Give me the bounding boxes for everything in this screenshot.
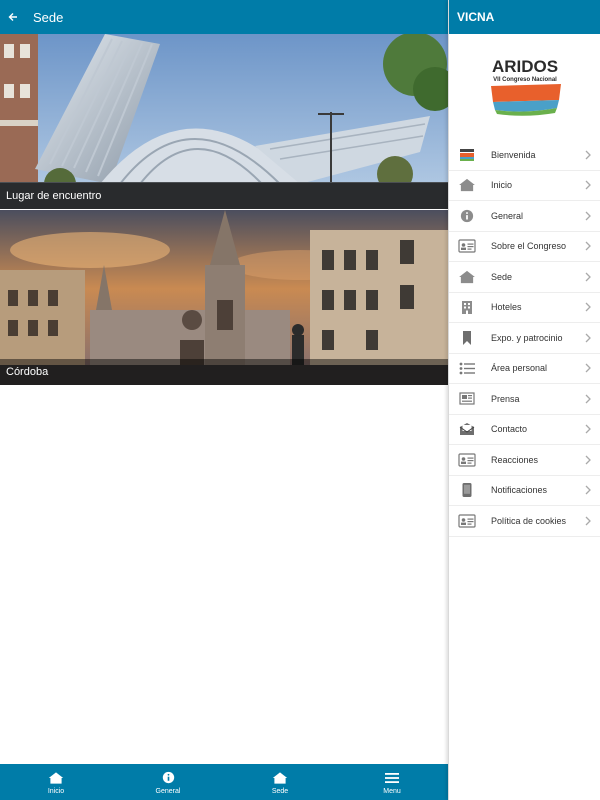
envelope-icon: [458, 422, 476, 436]
tab-label: Sede: [271, 787, 289, 795]
menu-item-inicio[interactable]: Inicio: [449, 171, 600, 201]
aridos-logo-icon: [458, 148, 476, 162]
menu-item-label: Área personal: [491, 363, 548, 374]
page-title: Sede: [33, 9, 64, 25]
tab-label: Inicio: [47, 787, 65, 795]
menu-item-prensa[interactable]: Prensa: [449, 384, 600, 415]
chevron-right-icon: [584, 150, 592, 160]
chevron-right-icon: [584, 272, 592, 282]
venue-card-city[interactable]: Córdoba: [0, 210, 448, 385]
home-icon: [272, 770, 288, 786]
phone-icon: [458, 483, 476, 498]
id-card-icon: [458, 453, 476, 467]
card-caption: Córdoba: [0, 359, 448, 385]
chevron-right-icon: [584, 455, 592, 465]
chevron-right-icon: [584, 363, 592, 373]
id-card-icon: [458, 239, 476, 253]
tab-inicio[interactable]: Inicio: [0, 764, 112, 800]
menu-item-label: Contacto: [491, 424, 528, 435]
tab-sede[interactable]: Sede: [224, 764, 336, 800]
building-icon: [458, 300, 476, 315]
bookmark-icon: [458, 330, 476, 345]
card-caption: Lugar de encuentro: [0, 183, 448, 209]
menu-icon: [385, 770, 399, 786]
menu-item-politica-cookies[interactable]: Política de cookies: [449, 506, 600, 537]
menu-item-label: Sobre el Congreso: [491, 241, 567, 252]
menu-item-label: General: [491, 210, 524, 221]
home-icon: [458, 270, 476, 284]
id-card-icon: [458, 514, 476, 528]
menu-item-label: Sede: [491, 271, 513, 282]
chevron-right-icon: [584, 394, 592, 404]
top-app-bar: Sede: [0, 0, 448, 34]
tab-label: General: [155, 787, 181, 795]
menu-item-notificaciones[interactable]: Notificaciones: [449, 476, 600, 506]
menu-item-expo-patrocinio[interactable]: Expo. y patrocinio: [449, 323, 600, 354]
chevron-right-icon: [584, 302, 592, 312]
drawer-title: VICNA: [449, 0, 600, 34]
menu-item-sede[interactable]: Sede: [449, 262, 600, 293]
chevron-right-icon: [584, 241, 592, 251]
chevron-right-icon: [584, 211, 592, 221]
menu-item-label: Prensa: [491, 393, 520, 404]
menu-item-label: Expo. y patrocinio: [491, 332, 563, 343]
menu-item-label: Hoteles: [491, 302, 522, 313]
menu-item-label: Notificaciones: [491, 485, 548, 496]
chevron-right-icon: [584, 516, 592, 526]
menu-item-label: Reacciones: [491, 454, 539, 465]
menu-item-label: Política de cookies: [491, 515, 567, 526]
tab-menu[interactable]: Menu: [336, 764, 448, 800]
congress-logo: ARIDOS VII Congreso Nacional: [449, 34, 600, 140]
menu-item-reacciones[interactable]: Reacciones: [449, 445, 600, 476]
menu-item-general[interactable]: General: [449, 201, 600, 232]
venue-card-meeting-place[interactable]: Lugar de encuentro: [0, 34, 448, 209]
menu-item-hoteles[interactable]: Hoteles: [449, 293, 600, 323]
chevron-right-icon: [584, 180, 592, 190]
menu-item-sobre-el-congreso[interactable]: Sobre el Congreso: [449, 232, 600, 262]
menu-item-area-personal[interactable]: Área personal: [449, 354, 600, 384]
svg-text:ARIDOS: ARIDOS: [491, 57, 557, 76]
chevron-right-icon: [584, 485, 592, 495]
home-icon: [458, 178, 476, 192]
tab-general[interactable]: General: [112, 764, 224, 800]
menu-item-label: Bienvenida: [491, 149, 536, 160]
tab-label: Menu: [383, 787, 401, 795]
side-drawer: VICNA ARIDOS VII Congreso Nacional Bienv…: [448, 0, 600, 800]
home-icon: [48, 770, 64, 786]
drawer-menu: Bienvenida Inicio General Sobre el Congr…: [449, 140, 600, 537]
info-icon: [458, 209, 476, 223]
back-arrow-icon[interactable]: [0, 0, 26, 34]
menu-item-bienvenida[interactable]: Bienvenida: [449, 140, 600, 171]
bottom-tab-bar: Inicio General Sede Menu: [0, 764, 448, 800]
chevron-right-icon: [584, 333, 592, 343]
chevron-right-icon: [584, 424, 592, 434]
menu-item-contacto[interactable]: Contacto: [449, 415, 600, 445]
app-screen: Sede Lugar de encuentro Córdoba Inicio G…: [0, 0, 600, 800]
newspaper-icon: [458, 392, 476, 406]
list-icon: [458, 361, 476, 375]
menu-item-label: Inicio: [491, 180, 513, 191]
svg-text:VII Congreso Nacional: VII Congreso Nacional: [493, 77, 557, 83]
info-icon: [162, 770, 175, 786]
aridos-logo: ARIDOS VII Congreso Nacional: [490, 57, 561, 116]
main-panel: Sede Lugar de encuentro Córdoba Inicio G…: [0, 0, 448, 800]
